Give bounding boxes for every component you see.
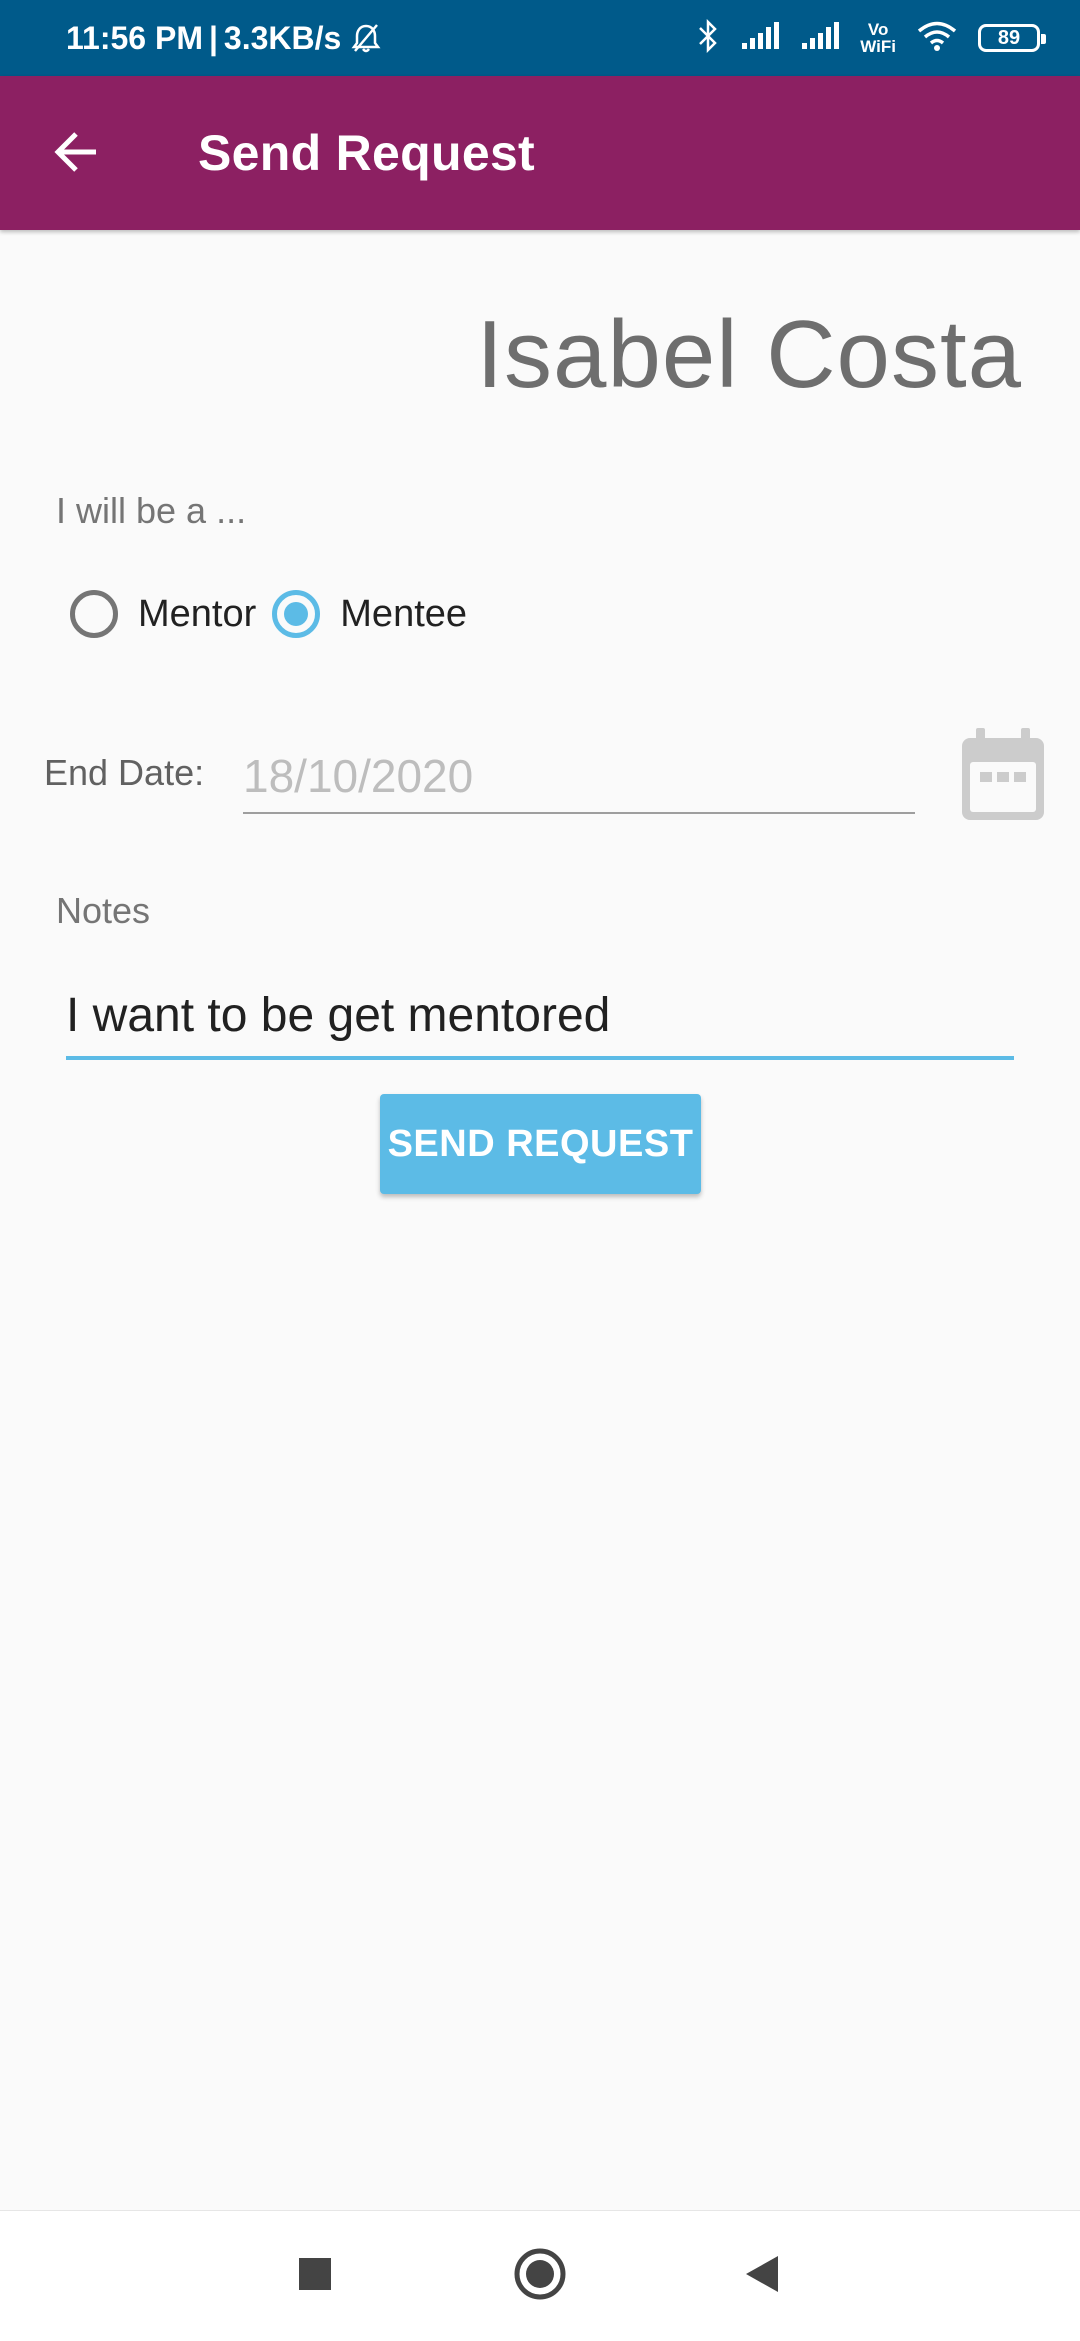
vowifi-icon: Vo WiFi <box>860 21 896 55</box>
arrow-left-icon <box>52 130 100 179</box>
bluetooth-icon <box>696 18 720 58</box>
wifi-icon <box>916 20 958 57</box>
radio-mentor-circle[interactable] <box>70 590 118 638</box>
status-time: 11:56 PM <box>66 20 203 56</box>
end-date-field[interactable]: 18/10/2020 <box>243 740 915 814</box>
radio-mentor-label: Mentor <box>138 592 257 635</box>
page-title: Send Request <box>198 125 535 181</box>
back-nav-button[interactable] <box>732 2246 792 2306</box>
vowifi-top: Vo <box>867 20 889 39</box>
status-separator: | <box>208 20 218 56</box>
radio-mentee-circle[interactable] <box>272 590 321 638</box>
recents-square-icon <box>298 2257 332 2296</box>
calendar-button[interactable] <box>960 726 1046 822</box>
status-bar: 11:56 PM | 3.3KB/s Vo WiFi 89 <box>0 0 1080 76</box>
end-date-label: End Date: <box>44 752 205 793</box>
vowifi-bottom: WiFi <box>860 37 896 56</box>
radio-mentee-label: Mentee <box>340 592 468 635</box>
recents-button[interactable] <box>285 2246 345 2306</box>
battery-level: 89 <box>997 26 1021 49</box>
role-label: I will be a ... <box>56 490 247 531</box>
app-bar: Send Request <box>0 76 1080 230</box>
send-request-button[interactable]: SEND REQUEST <box>380 1094 701 1194</box>
back-button[interactable] <box>34 112 118 196</box>
home-button[interactable] <box>510 2246 570 2306</box>
status-right: Vo WiFi 89 <box>696 0 1046 76</box>
back-triangle-icon <box>742 2254 782 2299</box>
home-circle-icon <box>513 2247 567 2306</box>
radio-selected-dot <box>284 602 309 626</box>
calendar-icon <box>960 728 1046 826</box>
radio-mentee[interactable]: Mentee <box>272 590 467 638</box>
system-nav-bar <box>0 2210 1080 2341</box>
mute-notification-icon <box>351 22 381 54</box>
status-left: 11:56 PM | 3.3KB/s <box>66 0 381 76</box>
signal-icon <box>740 21 780 56</box>
battery-icon: 89 <box>978 24 1046 52</box>
notes-label: Notes <box>56 890 151 931</box>
notes-field[interactable]: I want to be get mentored <box>66 980 1014 1060</box>
radio-mentor[interactable]: Mentor <box>70 590 256 638</box>
person-name: Isabel Costa <box>476 301 1022 408</box>
signal-icon <box>800 21 840 56</box>
status-net-speed: 3.3KB/s <box>223 20 342 56</box>
role-radio-group: Mentor Mentee <box>70 590 467 638</box>
